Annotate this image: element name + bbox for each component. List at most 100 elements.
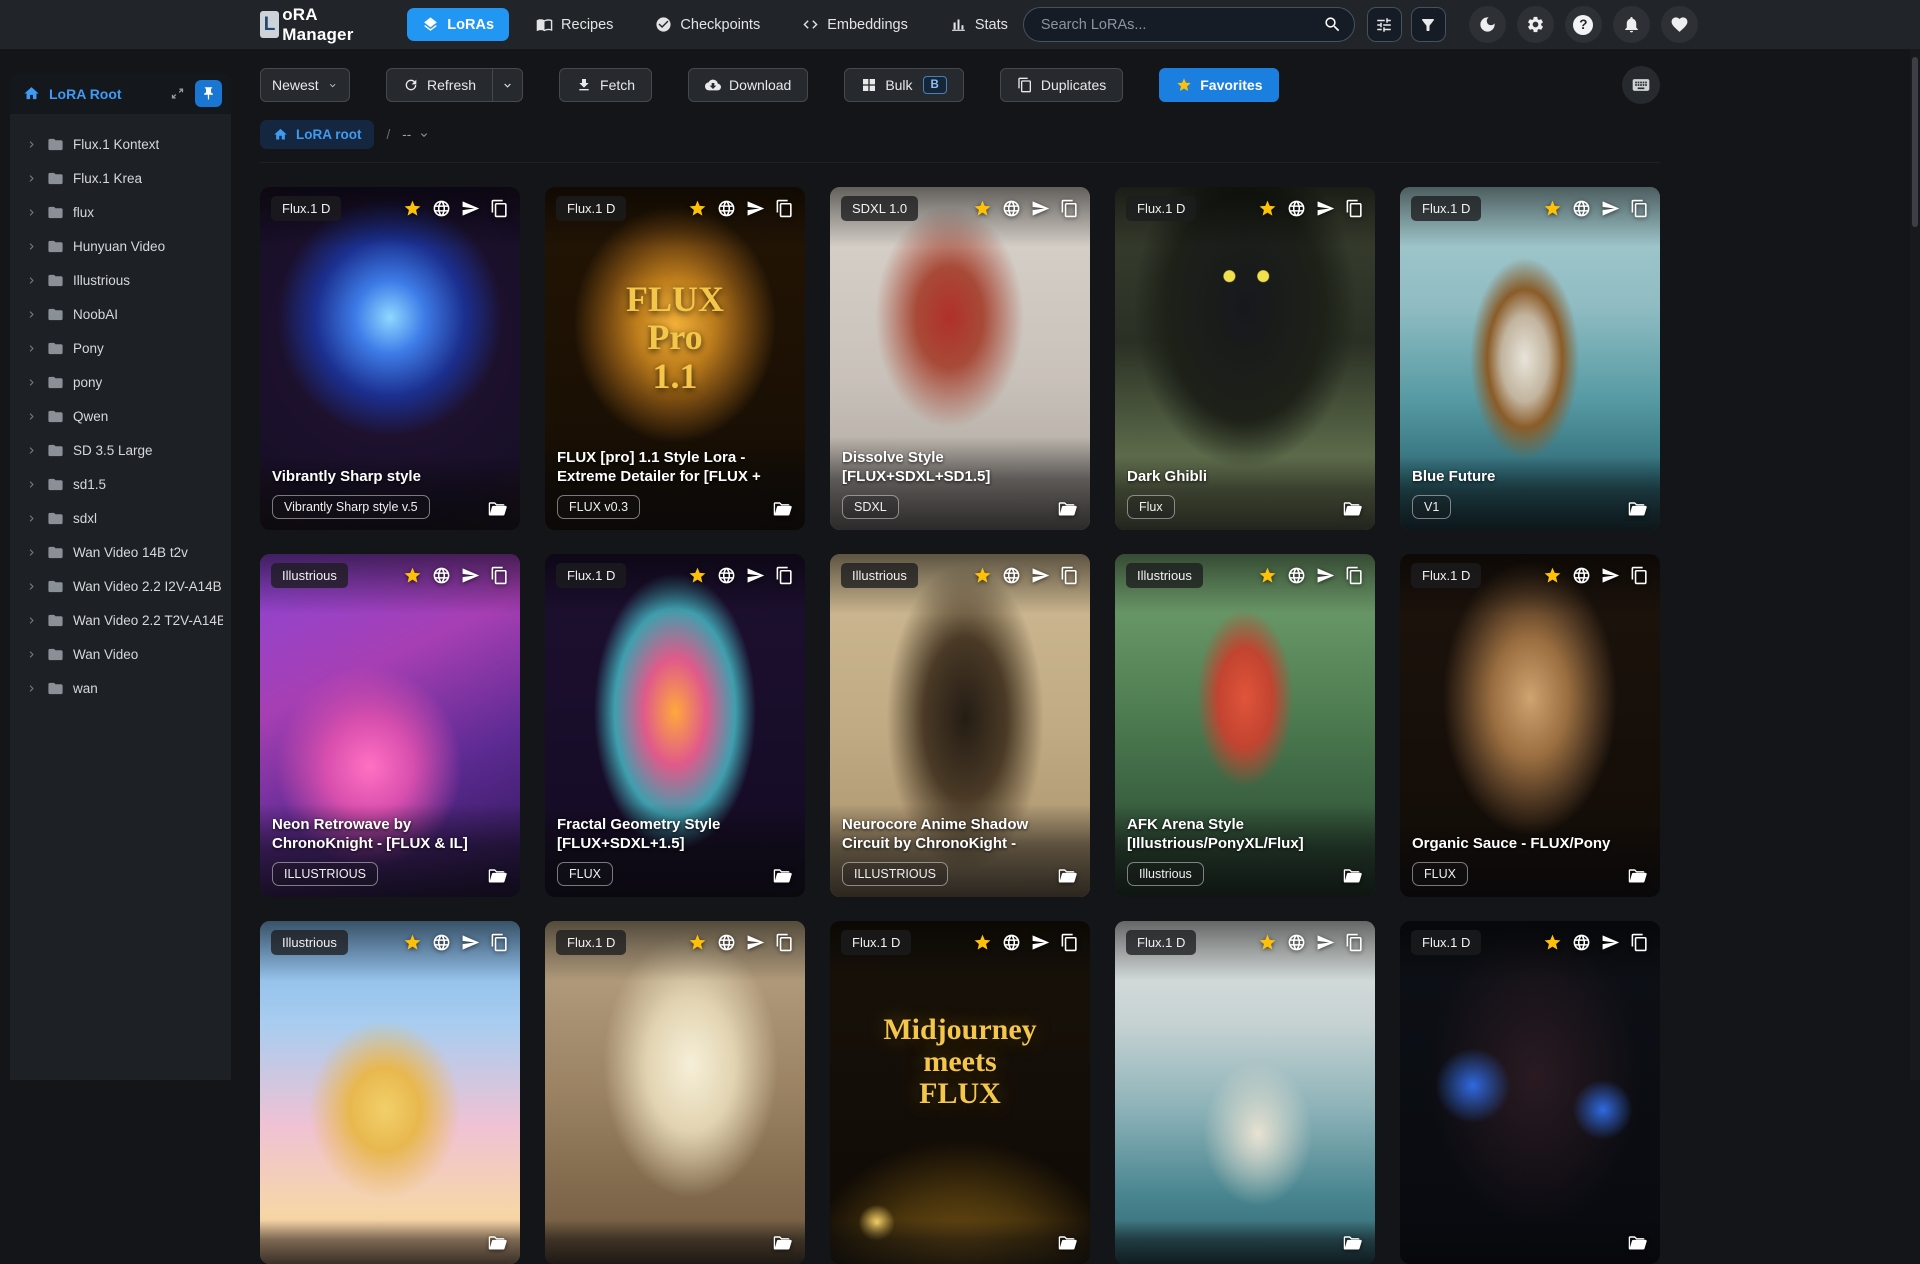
send-icon[interactable] <box>461 199 480 218</box>
send-icon[interactable] <box>746 199 765 218</box>
open-folder-icon[interactable] <box>772 1232 793 1253</box>
open-folder-icon[interactable] <box>487 498 508 519</box>
copy-icon[interactable] <box>1060 199 1079 218</box>
open-folder-icon[interactable] <box>772 865 793 886</box>
globe-icon[interactable] <box>1002 933 1021 952</box>
search-icon[interactable] <box>1323 15 1342 34</box>
copy-icon[interactable] <box>1345 933 1364 952</box>
copy-icon[interactable] <box>1345 566 1364 585</box>
tab-embeddings[interactable]: Embeddings <box>787 8 923 41</box>
lora-card[interactable]: Flux.1 D Fractal Geometry Style [FLUX+SD… <box>545 554 805 897</box>
lora-card[interactable]: Illustrious Neon Retrowave by ChronoKnig… <box>260 554 520 897</box>
copy-icon[interactable] <box>775 199 794 218</box>
sidebar-folder-item[interactable]: Flux.1 Krea <box>10 161 231 195</box>
open-folder-icon[interactable] <box>1627 498 1648 519</box>
favorite-star-icon[interactable] <box>1543 933 1562 952</box>
search-input[interactable] <box>1022 7 1355 42</box>
theme-toggle-button[interactable] <box>1468 6 1506 43</box>
open-folder-icon[interactable] <box>487 1232 508 1253</box>
download-button[interactable]: Download <box>688 68 809 102</box>
filter-button[interactable] <box>1410 7 1446 42</box>
breadcrumb-current-dropdown[interactable]: -- <box>402 127 430 142</box>
favorite-star-icon[interactable] <box>688 199 707 218</box>
sidebar-folder-item[interactable]: sd1.5 <box>10 467 231 501</box>
breadcrumb-root[interactable]: LoRA root <box>260 120 375 149</box>
copy-icon[interactable] <box>490 566 509 585</box>
help-button[interactable]: ? <box>1564 6 1602 43</box>
lora-card[interactable]: Flux.1 D Organic Sauce - FLUX/Pony FLUX <box>1400 554 1660 897</box>
send-icon[interactable] <box>1316 199 1335 218</box>
lora-card[interactable]: Flux.1 D Dark Ghibli Flux <box>1115 187 1375 530</box>
open-folder-icon[interactable] <box>1057 865 1078 886</box>
send-icon[interactable] <box>1316 566 1335 585</box>
copy-icon[interactable] <box>490 199 509 218</box>
support-button[interactable] <box>1660 6 1698 43</box>
tab-recipes[interactable]: Recipes <box>521 8 628 41</box>
sidebar-folder-item[interactable]: Wan Video 14B t2v <box>10 535 231 569</box>
favorite-star-icon[interactable] <box>403 933 422 952</box>
open-folder-icon[interactable] <box>487 865 508 886</box>
tab-checkpoints[interactable]: Checkpoints <box>640 8 775 41</box>
send-icon[interactable] <box>1316 933 1335 952</box>
lora-card[interactable]: Flux.1 D Vibrantly Sharp style Vibrantly… <box>260 187 520 530</box>
globe-icon[interactable] <box>1572 933 1591 952</box>
lora-card[interactable]: Flux.1 D <box>1400 921 1660 1264</box>
favorite-star-icon[interactable] <box>688 566 707 585</box>
send-icon[interactable] <box>746 933 765 952</box>
copy-icon[interactable] <box>1630 566 1649 585</box>
tab-stats[interactable]: Stats <box>935 8 1023 41</box>
send-icon[interactable] <box>746 566 765 585</box>
copy-icon[interactable] <box>775 933 794 952</box>
sidebar-folder-item[interactable]: sdxl <box>10 501 231 535</box>
send-icon[interactable] <box>1031 566 1050 585</box>
sidebar-root-link[interactable]: LoRA Root <box>49 86 168 102</box>
copy-icon[interactable] <box>490 933 509 952</box>
sidebar-folder-item[interactable]: Wan Video 2.2 T2V-A14B <box>10 603 231 637</box>
lora-card[interactable]: FLUX Pro 1.1 Flux.1 D FLUX [pro] 1.1 Sty… <box>545 187 805 530</box>
sidebar-folder-item[interactable]: Pony <box>10 331 231 365</box>
globe-icon[interactable] <box>717 199 736 218</box>
sidebar-folder-item[interactable]: Qwen <box>10 399 231 433</box>
lora-card[interactable]: Illustrious AFK Arena Style [Illustrious… <box>1115 554 1375 897</box>
globe-icon[interactable] <box>717 933 736 952</box>
settings-button[interactable] <box>1516 6 1554 43</box>
bulk-button[interactable]: Bulk B <box>844 68 964 102</box>
copy-icon[interactable] <box>1060 566 1079 585</box>
favorite-star-icon[interactable] <box>973 566 992 585</box>
favorites-filter-button[interactable]: Favorites <box>1159 68 1280 102</box>
lora-card[interactable]: Illustrious <box>260 921 520 1264</box>
globe-icon[interactable] <box>1572 199 1591 218</box>
copy-icon[interactable] <box>1630 933 1649 952</box>
send-icon[interactable] <box>461 933 480 952</box>
lora-card[interactable]: Midjourney meets FLUX Flux.1 D <box>830 921 1090 1264</box>
page-scrollbar-track[interactable] <box>1910 49 1920 1080</box>
sidebar-folder-item[interactable]: Wan Video 2.2 I2V-A14B <box>10 569 231 603</box>
sidebar-folder-item[interactable]: wan <box>10 671 231 705</box>
sidebar-folder-item[interactable]: SD 3.5 Large <box>10 433 231 467</box>
globe-icon[interactable] <box>1572 566 1591 585</box>
open-folder-icon[interactable] <box>1627 865 1648 886</box>
lora-card[interactable]: Flux.1 D <box>1115 921 1375 1264</box>
sidebar-folder-item[interactable]: flux <box>10 195 231 229</box>
copy-icon[interactable] <box>1630 199 1649 218</box>
favorite-star-icon[interactable] <box>688 933 707 952</box>
globe-icon[interactable] <box>717 566 736 585</box>
favorite-star-icon[interactable] <box>403 199 422 218</box>
lora-card[interactable]: Flux.1 D <box>545 921 805 1264</box>
globe-icon[interactable] <box>1002 199 1021 218</box>
pin-sidebar-button[interactable] <box>195 80 222 107</box>
favorite-star-icon[interactable] <box>1258 199 1277 218</box>
sidebar-folder-item[interactable]: Illustrious <box>10 263 231 297</box>
globe-icon[interactable] <box>432 566 451 585</box>
copy-icon[interactable] <box>1060 933 1079 952</box>
lora-card[interactable]: Flux.1 D Blue Future V1 <box>1400 187 1660 530</box>
lora-card[interactable]: Illustrious Neurocore Anime Shadow Circu… <box>830 554 1090 897</box>
tab-loras[interactable]: LoRAs <box>407 8 510 41</box>
open-folder-icon[interactable] <box>1342 865 1363 886</box>
favorite-star-icon[interactable] <box>1258 566 1277 585</box>
open-folder-icon[interactable] <box>1342 1232 1363 1253</box>
sidebar-folder-item[interactable]: pony <box>10 365 231 399</box>
duplicates-button[interactable]: Duplicates <box>999 68 1124 102</box>
sort-dropdown[interactable]: Newest <box>260 68 350 102</box>
favorite-star-icon[interactable] <box>973 933 992 952</box>
